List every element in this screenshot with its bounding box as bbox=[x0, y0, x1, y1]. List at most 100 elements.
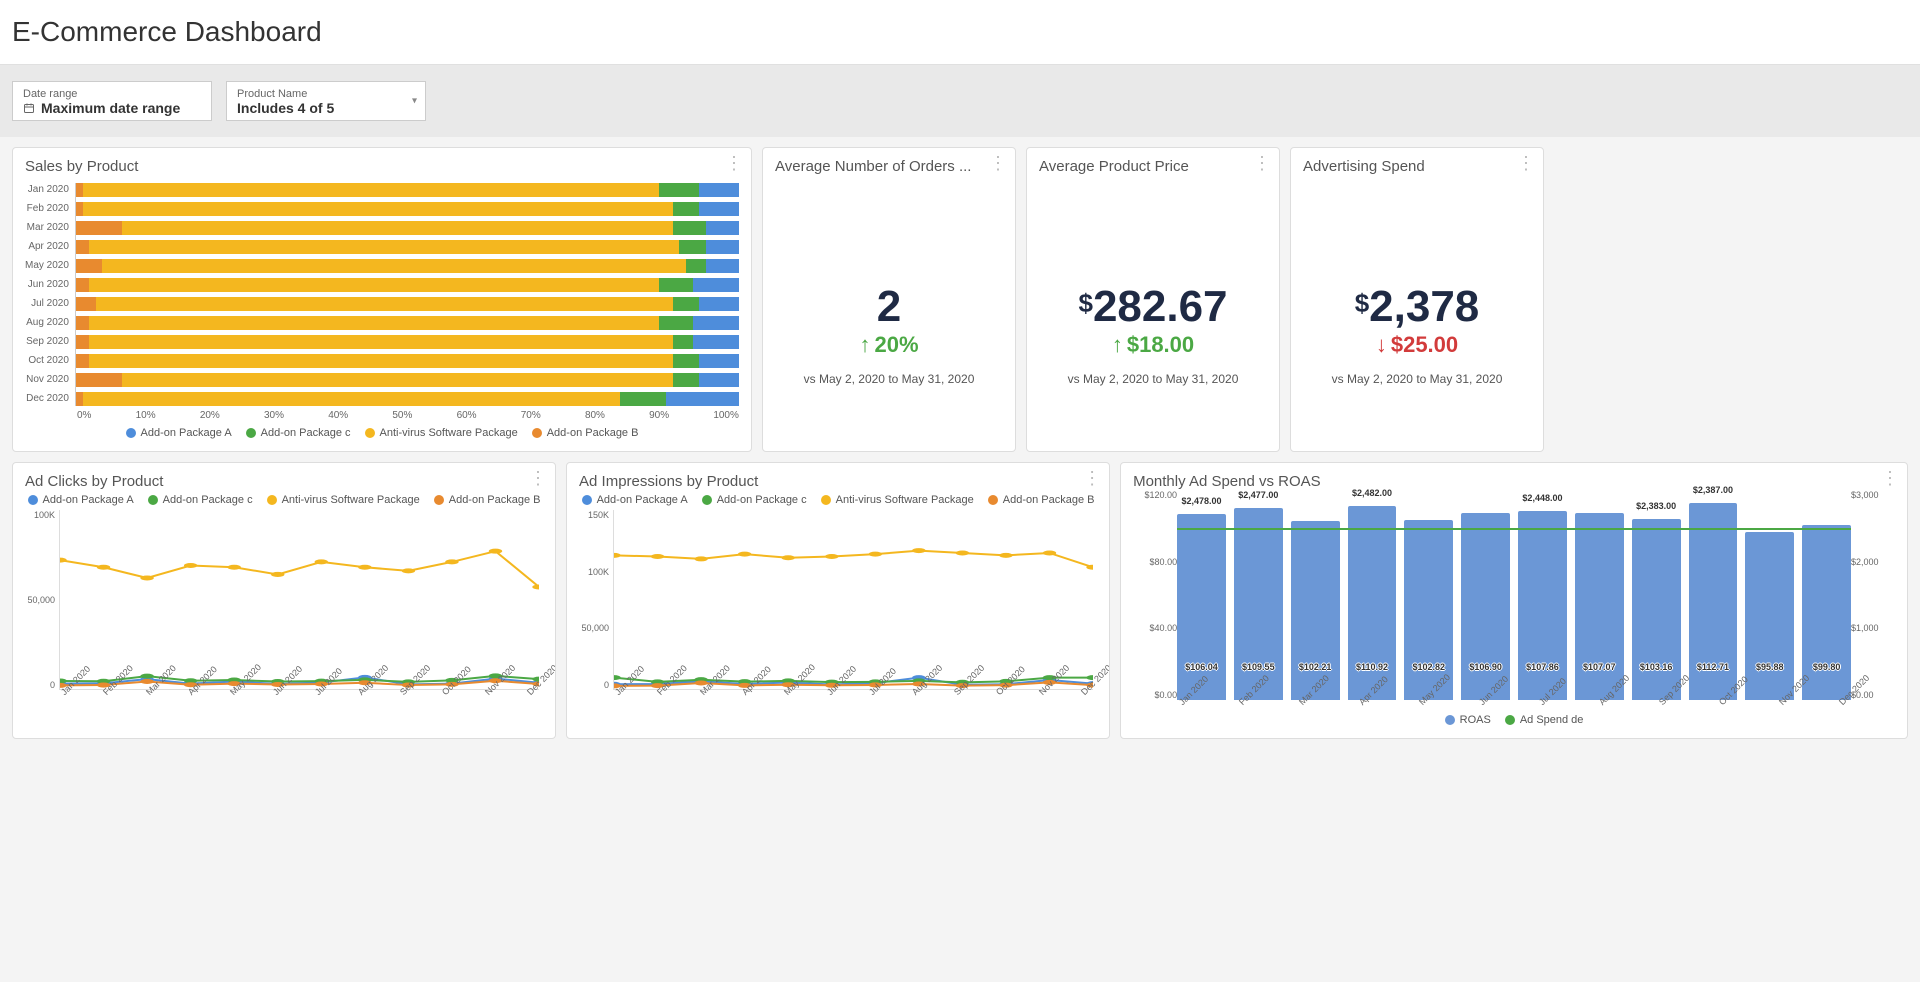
legend-dot bbox=[148, 495, 158, 505]
bar-segment[interactable] bbox=[673, 373, 700, 387]
bar-row bbox=[76, 278, 739, 292]
card-title: Sales by Product bbox=[25, 158, 739, 175]
bar-segment[interactable] bbox=[659, 278, 692, 292]
bar-segment[interactable] bbox=[693, 335, 739, 349]
bar-segment[interactable] bbox=[76, 278, 89, 292]
yaxis-label: Mar 2020 bbox=[25, 221, 69, 235]
legend-label: Add-on Package A bbox=[597, 494, 688, 506]
bar-segment[interactable] bbox=[673, 202, 700, 216]
card-menu-icon[interactable]: ⋮ bbox=[1083, 469, 1101, 487]
bar-segment[interactable] bbox=[673, 335, 693, 349]
bar-segment[interactable] bbox=[76, 335, 89, 349]
card-menu-icon[interactable]: ⋮ bbox=[725, 154, 743, 172]
bar-segment[interactable] bbox=[699, 183, 739, 197]
card-menu-icon[interactable]: ⋮ bbox=[529, 469, 547, 487]
card-menu-icon[interactable]: ⋮ bbox=[1517, 154, 1535, 172]
bar-segment[interactable] bbox=[76, 392, 83, 406]
roas-bar[interactable]: $95.88 bbox=[1745, 532, 1794, 700]
legend-item[interactable]: Anti-virus Software Package bbox=[821, 494, 974, 506]
bar-segment[interactable] bbox=[666, 392, 739, 406]
yaxis-label: Oct 2020 bbox=[25, 354, 69, 368]
roas-bar[interactable]: $2,482.00$110.92 bbox=[1348, 506, 1397, 700]
card-menu-icon[interactable]: ⋮ bbox=[1253, 154, 1271, 172]
roas-bar[interactable]: $2,448.00$107.86 bbox=[1518, 511, 1567, 700]
bar-segment[interactable] bbox=[659, 183, 699, 197]
bar-segment[interactable] bbox=[83, 392, 620, 406]
legend-item[interactable]: Add-on Package c bbox=[246, 427, 351, 439]
roas-bar[interactable]: $99.80 bbox=[1802, 525, 1851, 700]
bar-segment[interactable] bbox=[89, 316, 659, 330]
bar-segment[interactable] bbox=[76, 240, 89, 254]
legend-item[interactable]: Add-on Package B bbox=[988, 494, 1095, 506]
roas-bar[interactable]: $2,477.00$109.55 bbox=[1234, 508, 1283, 700]
bar-segment[interactable] bbox=[699, 202, 739, 216]
bar-segment[interactable] bbox=[699, 297, 739, 311]
legend-item[interactable]: Add-on Package c bbox=[148, 494, 253, 506]
legend-dot bbox=[246, 428, 256, 438]
bar-row bbox=[76, 297, 739, 311]
card-menu-icon[interactable]: ⋮ bbox=[1881, 469, 1899, 487]
bar-segment[interactable] bbox=[620, 392, 666, 406]
bar-segment[interactable] bbox=[76, 297, 96, 311]
filter-bar: Date range Maximum date range Product Na… bbox=[0, 65, 1920, 137]
legend-label: Add-on Package c bbox=[717, 494, 807, 506]
kpi-compare-period: vs May 2, 2020 to May 31, 2020 bbox=[1332, 372, 1503, 386]
roas-bar[interactable]: $106.90 bbox=[1461, 513, 1510, 700]
bar-segment[interactable] bbox=[76, 373, 122, 387]
bar-segment[interactable] bbox=[76, 259, 103, 273]
bar-segment[interactable] bbox=[76, 202, 83, 216]
bar-segment[interactable] bbox=[673, 297, 700, 311]
legend-dot bbox=[434, 495, 444, 505]
legend-label: Add-on Package B bbox=[547, 427, 639, 439]
legend-item[interactable]: Add-on Package B bbox=[532, 427, 639, 439]
bar-segment[interactable] bbox=[96, 297, 673, 311]
roas-bar[interactable]: $2,478.00$106.04 bbox=[1177, 514, 1226, 700]
bar-segment[interactable] bbox=[76, 316, 89, 330]
bar-segment[interactable] bbox=[76, 183, 83, 197]
bar-segment[interactable] bbox=[699, 354, 739, 368]
bar-segment[interactable] bbox=[89, 335, 673, 349]
roas-bar[interactable]: $2,387.00$112.71 bbox=[1689, 503, 1738, 700]
bar-segment[interactable] bbox=[673, 354, 700, 368]
bar-segment[interactable] bbox=[102, 259, 686, 273]
bar-segment[interactable] bbox=[659, 316, 692, 330]
filter-date-range[interactable]: Date range Maximum date range bbox=[12, 81, 212, 121]
bar-segment[interactable] bbox=[83, 202, 673, 216]
bar-segment[interactable] bbox=[89, 278, 659, 292]
card-ad-impressions: Ad Impressions by Product ⋮ Add-on Packa… bbox=[566, 462, 1110, 739]
legend-item[interactable]: Anti-virus Software Package bbox=[365, 427, 518, 439]
arrow-up-icon: ↑ bbox=[859, 332, 870, 358]
legend-item[interactable]: Add-on Package A bbox=[582, 494, 688, 506]
filter-product-name-value: Includes 4 of 5 bbox=[237, 100, 415, 116]
card-menu-icon[interactable]: ⋮ bbox=[989, 154, 1007, 172]
legend-item[interactable]: Ad Spend de bbox=[1505, 714, 1584, 726]
bar-segment[interactable] bbox=[706, 240, 739, 254]
bar-segment[interactable] bbox=[89, 240, 679, 254]
roas-bar[interactable]: $102.21 bbox=[1291, 521, 1340, 700]
legend-item[interactable]: Add-on Package A bbox=[126, 427, 232, 439]
bar-segment[interactable] bbox=[89, 354, 673, 368]
legend-item[interactable]: Add-on Package A bbox=[28, 494, 134, 506]
legend-label: ROAS bbox=[1460, 714, 1491, 726]
bar-segment[interactable] bbox=[686, 259, 706, 273]
bar-row bbox=[76, 240, 739, 254]
legend-item[interactable]: Anti-virus Software Package bbox=[267, 494, 420, 506]
legend-item[interactable]: Add-on Package c bbox=[702, 494, 807, 506]
bar-segment[interactable] bbox=[76, 221, 122, 235]
bar-segment[interactable] bbox=[699, 373, 739, 387]
bar-segment[interactable] bbox=[83, 183, 660, 197]
legend-item[interactable]: Add-on Package B bbox=[434, 494, 541, 506]
bar-segment[interactable] bbox=[693, 316, 739, 330]
bar-segment[interactable] bbox=[76, 354, 89, 368]
bar-segment[interactable] bbox=[122, 221, 672, 235]
bar-segment[interactable] bbox=[706, 259, 739, 273]
bar-segment[interactable] bbox=[122, 373, 672, 387]
legend-item[interactable]: ROAS bbox=[1445, 714, 1491, 726]
bar-segment[interactable] bbox=[673, 221, 706, 235]
filter-product-name[interactable]: Product Name Includes 4 of 5 ▾ bbox=[226, 81, 426, 121]
bar-segment[interactable] bbox=[693, 278, 739, 292]
bar-segment[interactable] bbox=[706, 221, 739, 235]
roas-bar[interactable]: $107.07 bbox=[1575, 513, 1624, 700]
bar-segment[interactable] bbox=[679, 240, 706, 254]
roas-bar[interactable]: $2,383.00$103.16 bbox=[1632, 519, 1681, 700]
